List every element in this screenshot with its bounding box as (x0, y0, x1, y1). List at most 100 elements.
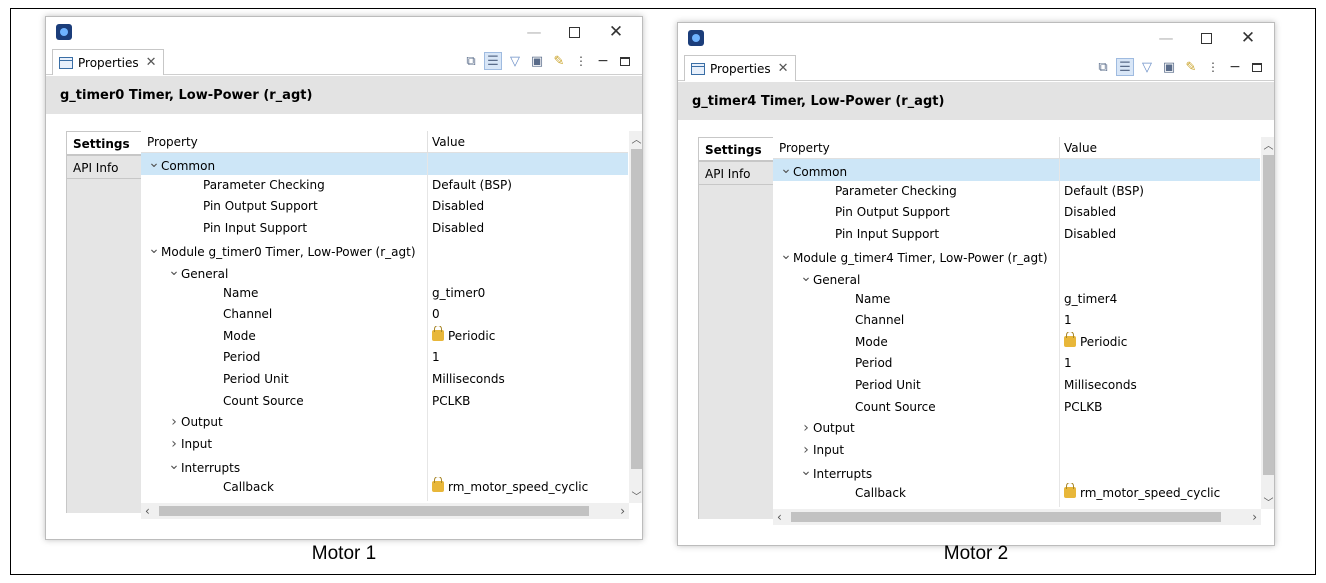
scroll-thumb[interactable] (1263, 155, 1274, 475)
tab-close-icon[interactable]: ✕ (778, 61, 789, 76)
pin-icon[interactable]: ☰ (484, 52, 502, 70)
table-row[interactable]: Callback rm_motor_speed_cyclic (141, 476, 628, 499)
chevron-down-icon[interactable]: ⌄ (779, 245, 793, 267)
wand-icon[interactable]: ✎ (550, 52, 568, 70)
value-cell[interactable]: Priority 10 (428, 499, 628, 502)
new-properties-view-icon[interactable]: ⧉ (462, 52, 480, 70)
view-menu-icon[interactable]: ⋮ (1204, 58, 1222, 76)
tab-properties[interactable]: Properties ✕ (52, 49, 164, 75)
table-row[interactable]: › Output (141, 412, 628, 434)
table-row[interactable]: ⌄General (141, 260, 628, 283)
scroll-down-icon[interactable]: ﹀ (629, 488, 642, 503)
window-close-button[interactable]: ✕ (1228, 26, 1268, 50)
value-cell[interactable]: 1 (1060, 310, 1260, 332)
table-row[interactable]: Period 1 (773, 353, 1260, 375)
maximize-icon[interactable] (616, 52, 634, 70)
column-header-property[interactable]: Property (773, 137, 1060, 158)
value-cell[interactable]: rm_motor_speed_cyclic (1060, 482, 1260, 505)
tab-settings[interactable]: Settings (66, 131, 141, 155)
vertical-scrollbar[interactable]: ︿ ﹀ (629, 131, 642, 503)
tab-close-icon[interactable]: ✕ (146, 55, 157, 70)
value-cell[interactable]: Disabled (428, 218, 628, 240)
table-row[interactable]: ⌄Interrupts (773, 461, 1260, 483)
value-cell[interactable]: Priority 10 (1060, 505, 1260, 508)
value-cell[interactable]: 1 (428, 347, 628, 369)
value-cell[interactable]: PCLKB (1060, 397, 1260, 419)
table-row[interactable]: Pin Output Support Disabled (773, 202, 1260, 224)
table-row[interactable]: Pin Input Support Disabled (141, 217, 628, 240)
table-row[interactable]: Mode Periodic (141, 325, 628, 348)
filter-icon[interactable]: ▽ (506, 52, 524, 70)
table-row[interactable]: ⌄Module g_timer0 Timer, Low-Power (r_agt… (141, 239, 628, 261)
table-row[interactable]: ⌄Module g_timer4 Timer, Low-Power (r_agt… (773, 245, 1260, 267)
value-cell[interactable]: PCLKB (428, 391, 628, 413)
restore-defaults-icon[interactable]: ▣ (1160, 58, 1178, 76)
window-minimize-button[interactable]: — (1146, 26, 1186, 50)
value-cell[interactable]: g_timer0 (428, 283, 628, 305)
value-cell[interactable]: Milliseconds (428, 369, 628, 391)
chevron-down-icon[interactable]: ⌄ (799, 267, 813, 289)
value-cell[interactable]: Default (BSP) (1060, 181, 1260, 203)
minimize-icon[interactable]: − (594, 52, 612, 70)
table-row[interactable]: ⌄Interrupts (141, 455, 628, 477)
value-cell[interactable]: g_timer4 (1060, 289, 1260, 311)
scroll-right-icon[interactable]: › (620, 503, 625, 519)
value-cell[interactable]: Disabled (428, 196, 628, 218)
tab-api-info[interactable]: API Info (66, 155, 141, 179)
maximize-icon[interactable] (1248, 58, 1266, 76)
column-header-value[interactable]: Value (428, 131, 628, 152)
table-row[interactable]: Callback rm_motor_speed_cyclic (773, 482, 1260, 505)
value-cell[interactable]: rm_motor_speed_cyclic (428, 476, 628, 499)
scroll-thumb[interactable] (791, 512, 1221, 522)
table-row[interactable]: ⌄Common (141, 153, 628, 175)
table-row[interactable]: Name g_timer4 (773, 288, 1260, 311)
table-row[interactable]: › Input (141, 433, 628, 456)
table-row[interactable]: ⌄General (773, 266, 1260, 289)
table-row[interactable]: Mode Periodic (773, 331, 1260, 354)
column-header-value[interactable]: Value (1060, 137, 1260, 158)
table-row[interactable]: ⌄Common (773, 159, 1260, 181)
vertical-scrollbar[interactable]: ︿ ﹀ (1261, 137, 1274, 509)
wand-icon[interactable]: ✎ (1182, 58, 1200, 76)
value-cell[interactable]: Milliseconds (1060, 375, 1260, 397)
table-row[interactable]: › Output (773, 418, 1260, 440)
tab-properties[interactable]: Properties ✕ (684, 55, 796, 81)
table-row[interactable]: Pin Input Support Disabled (773, 223, 1260, 246)
view-menu-icon[interactable]: ⋮ (572, 52, 590, 70)
value-cell[interactable]: 1 (1060, 353, 1260, 375)
scroll-left-icon[interactable]: ‹ (777, 509, 782, 525)
window-maximize-button[interactable] (1186, 26, 1226, 50)
window-maximize-button[interactable] (554, 20, 594, 44)
scroll-left-icon[interactable]: ‹ (145, 503, 150, 519)
table-row[interactable]: Channel 1 (773, 310, 1260, 332)
window-minimize-button[interactable]: — (514, 20, 554, 44)
pin-icon[interactable]: ☰ (1116, 58, 1134, 76)
value-cell[interactable]: Periodic (1060, 331, 1260, 354)
table-row[interactable]: Parameter Checking Default (BSP) (773, 180, 1260, 203)
table-row[interactable]: Count Source PCLKB (773, 396, 1260, 419)
chevron-right-icon[interactable]: › (167, 412, 181, 434)
chevron-right-icon[interactable]: › (167, 434, 181, 456)
table-row[interactable]: Period 1 (141, 347, 628, 369)
table-row[interactable]: Count Source PCLKB (141, 390, 628, 413)
value-cell[interactable]: Disabled (1060, 202, 1260, 224)
window-close-button[interactable]: ✕ (596, 20, 636, 44)
minimize-icon[interactable]: − (1226, 58, 1244, 76)
scroll-thumb[interactable] (631, 149, 642, 469)
chevron-right-icon[interactable]: › (799, 418, 813, 440)
scroll-up-icon[interactable]: ︿ (629, 131, 642, 146)
scroll-up-icon[interactable]: ︿ (1261, 137, 1274, 152)
table-row[interactable]: Pin Output Support Disabled (141, 196, 628, 218)
chevron-down-icon[interactable]: ⌄ (799, 461, 813, 483)
chevron-down-icon[interactable]: ⌄ (167, 261, 181, 283)
table-row[interactable]: Period Unit Milliseconds (773, 374, 1260, 397)
column-header-property[interactable]: Property (141, 131, 428, 152)
chevron-down-icon[interactable]: ⌄ (167, 455, 181, 477)
chevron-down-icon[interactable]: ⌄ (147, 153, 161, 175)
chevron-down-icon[interactable]: ⌄ (779, 159, 793, 181)
scroll-thumb[interactable] (159, 506, 589, 516)
table-row[interactable]: Name g_timer0 (141, 282, 628, 305)
table-row[interactable]: Channel 0 (141, 304, 628, 326)
value-cell[interactable]: Periodic (428, 325, 628, 348)
horizontal-scrollbar[interactable]: ‹ › (141, 503, 629, 519)
